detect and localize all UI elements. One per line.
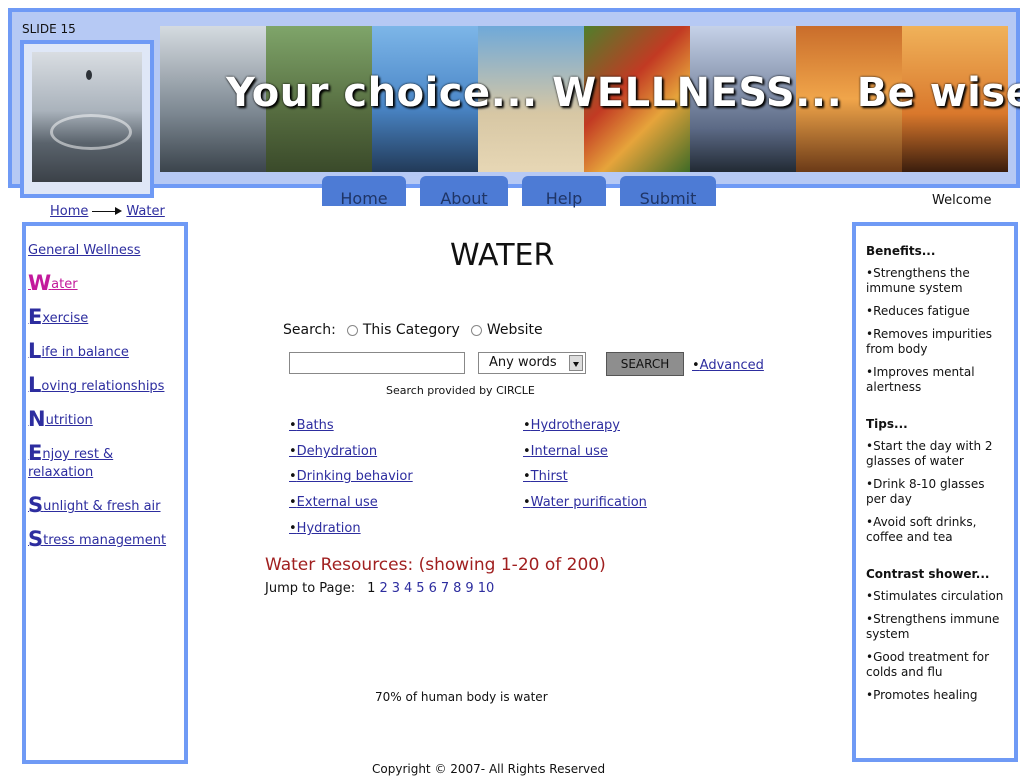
topic-link[interactable]: •Hydration (289, 521, 361, 536)
sidebar-item-general-wellness[interactable]: General Wellness (28, 240, 188, 260)
tab-label: Home (340, 189, 388, 208)
page-link[interactable]: 2 (379, 581, 387, 596)
copyright: Copyright © 2007- All Rights Reserved (372, 762, 606, 776)
sidebar-item-life-in-balance[interactable]: Life in balance (28, 341, 188, 362)
topic-link[interactable]: •Hydrotherapy (523, 418, 620, 433)
sidebar-item-loving-relationships[interactable]: Loving relationships (28, 375, 188, 396)
breadcrumb-current-link[interactable]: Water (126, 204, 164, 219)
slide-label: SLIDE 15 (22, 22, 76, 36)
benefits-heading: Benefits... (866, 244, 936, 258)
page-link[interactable]: 4 (404, 581, 412, 596)
tab-label: About (440, 189, 488, 208)
tab-label: Submit (639, 189, 697, 208)
topic-link[interactable]: •External use (289, 495, 378, 510)
topic-link[interactable]: •Baths (289, 418, 334, 433)
tips-heading: Tips... (866, 417, 908, 431)
benefit-item: •Improves mental alertness (866, 365, 975, 394)
shower-item: •Promotes healing (866, 688, 978, 702)
search-button[interactable]: SEARCH (606, 352, 684, 376)
page-current: 1 (367, 581, 376, 596)
search-input[interactable] (289, 352, 465, 374)
tip-item: •Drink 8-10 glasses per day (866, 477, 985, 506)
water-drop-logo (20, 40, 154, 198)
radio-label-category: This Category (362, 322, 460, 338)
sidebar-item-water[interactable]: Water (28, 273, 188, 294)
search-scope: Search: This Category Website (283, 322, 543, 338)
right-sidebar: Benefits... •Strengthens the immune syst… (866, 244, 1006, 711)
topic-link[interactable]: •Water purification (523, 495, 647, 510)
page-link[interactable]: 9 (465, 581, 473, 596)
page-link[interactable]: 7 (441, 581, 449, 596)
benefit-item: •Strengthens the immune system (866, 266, 970, 295)
banner-tagline: Your choice... WELLNESS... Be wise (226, 70, 1020, 116)
sidebar-item-sunlight[interactable]: Sunlight & fresh air (28, 495, 188, 516)
tab-home[interactable]: Home (322, 176, 406, 208)
breadcrumb-home-link[interactable]: Home (50, 204, 88, 219)
tip-item: •Avoid soft drinks, coffee and tea (866, 515, 977, 544)
page-link[interactable]: 5 (416, 581, 424, 596)
advanced-search-link[interactable]: •Advanced (692, 358, 764, 373)
breadcrumb: Home Water (50, 204, 165, 219)
water-fact: 70% of human body is water (375, 690, 548, 704)
sidebar-item-nutrition[interactable]: Nutrition (28, 409, 188, 430)
page-link[interactable]: 6 (429, 581, 437, 596)
search-mode-select[interactable]: Any words (478, 352, 586, 374)
arrow-right-icon (92, 206, 123, 217)
tab-about[interactable]: About (420, 176, 508, 208)
topic-link[interactable]: •Drinking behavior (289, 469, 413, 484)
jump-label: Jump to Page: (265, 581, 356, 596)
main-nav: Home About Help Submit (322, 176, 716, 208)
topic-link[interactable]: •Dehydration (289, 444, 377, 459)
topic-link[interactable]: •Thirst (523, 469, 568, 484)
benefit-item: •Removes impurities from body (866, 327, 993, 356)
left-sidebar: General Wellness Water Exercise Life in … (28, 240, 188, 564)
pagination: Jump to Page: 1 2 3 4 5 6 7 8 9 10 (265, 581, 494, 596)
sidebar-item-stress-management[interactable]: Stress management (28, 529, 188, 550)
search-label: Search: (283, 322, 336, 338)
benefit-item: •Reduces fatigue (866, 304, 970, 318)
tab-label: Help (545, 189, 583, 208)
tab-submit[interactable]: Submit (620, 176, 716, 208)
water-drop-icon (86, 70, 92, 80)
radio-this-category[interactable] (346, 324, 358, 336)
topic-links: •Baths •Dehydration •Drinking behavior •… (289, 418, 709, 548)
ripple-icon (50, 114, 132, 150)
water-drop-image (32, 52, 142, 182)
page-link[interactable]: 3 (392, 581, 400, 596)
page-link[interactable]: 10 (478, 581, 495, 596)
welcome-text: Welcome (932, 193, 992, 208)
page-link[interactable]: 8 (453, 581, 461, 596)
search-mode-value: Any words (489, 355, 557, 370)
shower-item: •Stimulates circulation (866, 589, 1004, 603)
sidebar-item-enjoy-rest[interactable]: Enjoy rest & relaxation (28, 443, 148, 482)
search-credit: Search provided by CIRCLE (386, 384, 535, 397)
radio-website[interactable] (470, 324, 482, 336)
sidebar-item-exercise[interactable]: Exercise (28, 307, 188, 328)
shower-heading: Contrast shower... (866, 567, 990, 581)
shower-item: •Strengthens immune system (866, 612, 1000, 641)
tip-item: •Start the day with 2 glasses of water (866, 439, 993, 468)
resources-heading: Water Resources: (showing 1-20 of 200) (265, 555, 606, 575)
chevron-down-icon[interactable] (569, 355, 583, 371)
radio-label-website: Website (486, 322, 543, 338)
shower-item: •Good treatment for colds and flu (866, 650, 990, 679)
page-title: WATER (450, 238, 555, 273)
topic-link[interactable]: •Internal use (523, 444, 608, 459)
tab-help[interactable]: Help (522, 176, 606, 208)
